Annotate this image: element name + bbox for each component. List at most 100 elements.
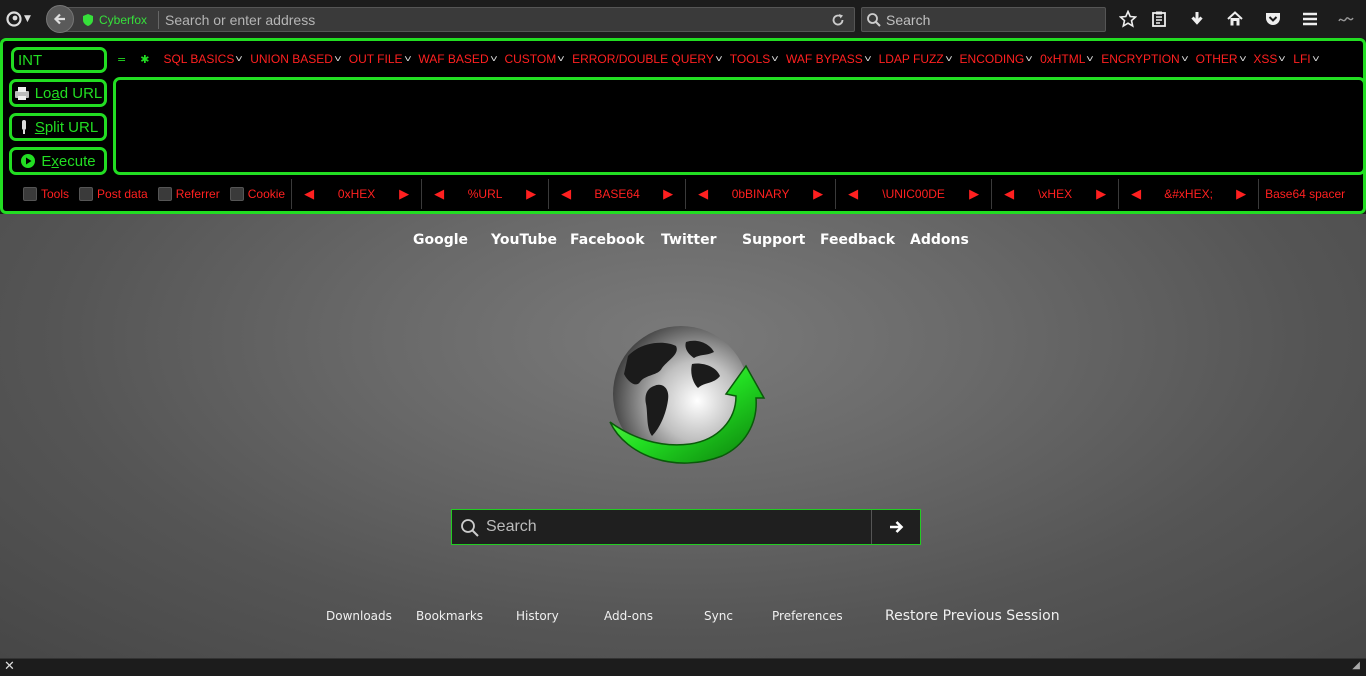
menu-tools[interactable]: TOOLS ˅ <box>730 52 779 66</box>
downloads-link[interactable]: Downloads <box>326 609 392 623</box>
menu-marker-equals[interactable]: = <box>117 53 126 66</box>
home-search-input[interactable] <box>486 515 866 539</box>
tools-checkbox[interactable]: Tools <box>23 187 69 201</box>
chevron-down-icon: ˅ <box>489 53 498 65</box>
bookmark-star-button[interactable] <box>1118 9 1138 29</box>
menu-label: LDAP FUZZ <box>878 52 944 66</box>
app-menu-button[interactable]: ▼ <box>6 9 36 29</box>
addons-link[interactable]: Add-ons <box>604 609 653 623</box>
int-field[interactable] <box>11 47 107 73</box>
checkbox-box[interactable] <box>23 187 37 201</box>
decode-arrow-icon[interactable]: ◀ <box>300 186 318 202</box>
menu-label: LFI <box>1293 52 1311 66</box>
encode-arrow-icon[interactable]: ▶ <box>395 186 413 202</box>
reload-icon[interactable] <box>830 12 846 28</box>
menu-union-based[interactable]: UNION BASED ˅ <box>250 52 341 66</box>
home-search-box[interactable] <box>451 509 921 545</box>
url-textarea[interactable] <box>116 80 1363 172</box>
url-separator <box>158 11 159 29</box>
menu-marker-star[interactable]: ✱ <box>140 53 149 66</box>
play-circle-icon <box>21 154 36 168</box>
url-bar[interactable]: Cyberfox <box>60 7 855 32</box>
accesskey-char: S <box>34 118 45 136</box>
menu-xss[interactable]: XSS ˅ <box>1253 52 1286 66</box>
decode-arrow-icon[interactable]: ◀ <box>1000 186 1018 202</box>
quicklink-facebook[interactable]: Facebook <box>570 232 645 248</box>
site-identity-label: Cyberfox <box>99 13 148 27</box>
home-button[interactable] <box>1225 9 1245 29</box>
sync-link[interactable]: Sync <box>704 609 733 623</box>
pocket-icon <box>1266 13 1280 25</box>
reading-list-button[interactable] <box>1149 9 1169 29</box>
checkbox-box[interactable] <box>157 187 172 201</box>
encode-arrow-icon[interactable]: ▶ <box>659 186 677 202</box>
post-data-checkbox[interactable]: Post data <box>79 187 148 201</box>
arrow-right-icon <box>890 521 904 533</box>
converter-unicode: ◀ \UNIC00DE ▶ <box>835 179 991 209</box>
converter-label: \xHEX <box>1038 187 1073 201</box>
menu-0xhtml[interactable]: 0xHTML ˅ <box>1040 52 1094 66</box>
label-part: Lo <box>34 84 52 102</box>
menu-lfi[interactable]: LFI ˅ <box>1293 52 1319 66</box>
resize-grip-icon: ◢ <box>1352 660 1360 671</box>
checkbox-box[interactable] <box>229 187 244 201</box>
checkbox-box[interactable] <box>79 187 94 201</box>
encode-arrow-icon[interactable]: ▶ <box>1092 186 1110 202</box>
menu-sql-basics[interactable]: SQL BASICS ˅ <box>163 52 243 66</box>
base64-spacer-button[interactable]: Base64 spacer <box>1258 179 1345 209</box>
quicklink-addons[interactable]: Addons <box>910 232 969 248</box>
menu-waf-based[interactable]: WAF BASED ˅ <box>418 52 498 66</box>
search-bar[interactable] <box>861 7 1106 32</box>
quicklink-youtube[interactable]: YouTube <box>491 232 557 248</box>
download-arrow-icon <box>1191 12 1203 25</box>
encode-arrow-icon[interactable]: ▶ <box>522 186 540 202</box>
referrer-checkbox[interactable]: Referrer <box>157 187 220 201</box>
decode-arrow-icon[interactable]: ◀ <box>430 186 448 202</box>
menu-label: ENCODING <box>959 52 1025 66</box>
site-identity[interactable]: Cyberfox <box>81 12 147 28</box>
decode-arrow-icon[interactable]: ◀ <box>844 186 862 202</box>
bookmarks-link[interactable]: Bookmarks <box>416 609 483 623</box>
menu-custom[interactable]: CUSTOM ˅ <box>504 52 565 66</box>
quicklink-feedback[interactable]: Feedback <box>820 232 895 248</box>
quicklink-google[interactable]: Google <box>413 232 468 248</box>
back-button[interactable] <box>46 5 74 33</box>
quicklinks-bar: Google YouTube Facebook Twitter Support … <box>0 232 1366 252</box>
restore-session-link[interactable]: Restore Previous Session <box>885 608 1060 624</box>
search-input[interactable] <box>886 10 1096 30</box>
menu-error-double-query[interactable]: ERROR/DOUBLE QUERY ˅ <box>572 52 723 66</box>
menu-other[interactable]: OTHER ˅ <box>1196 52 1247 66</box>
quicklink-twitter[interactable]: Twitter <box>661 232 717 248</box>
chevron-down-icon: ˅ <box>863 53 872 65</box>
history-link[interactable]: History <box>516 609 559 623</box>
scissors-icon <box>21 120 26 134</box>
menu-waf-bypass[interactable]: WAF BYPASS ˅ <box>786 52 871 66</box>
downloads-button[interactable] <box>1187 9 1207 29</box>
decode-arrow-icon[interactable]: ◀ <box>694 186 712 202</box>
search-go-button[interactable] <box>871 510 920 544</box>
converter-label: \UNIC00DE <box>882 187 945 201</box>
address-input[interactable] <box>165 10 815 30</box>
hamburger-menu-icon <box>1303 12 1317 26</box>
accesskey-char: a <box>51 84 60 102</box>
menu-out-file[interactable]: OUT FILE ˅ <box>349 52 412 66</box>
quicklink-support[interactable]: Support <box>742 232 805 248</box>
menu-encryption[interactable]: ENCRYPTION ˅ <box>1101 52 1188 66</box>
encode-arrow-icon[interactable]: ▶ <box>1232 186 1250 202</box>
pocket-button[interactable] <box>1263 9 1283 29</box>
close-icon[interactable]: ✕ <box>4 659 15 674</box>
decode-arrow-icon[interactable]: ◀ <box>1127 186 1145 202</box>
int-input[interactable] <box>18 51 98 69</box>
encode-arrow-icon[interactable]: ▶ <box>965 186 983 202</box>
main-menu-button[interactable] <box>1300 9 1320 29</box>
encode-arrow-icon[interactable]: ▶ <box>809 186 827 202</box>
addon-button[interactable] <box>1336 9 1356 29</box>
menu-encoding[interactable]: ENCODING ˅ <box>960 52 1033 66</box>
split-url-button[interactable]: Split URL <box>9 113 107 141</box>
cookie-checkbox[interactable]: Cookie <box>229 187 285 201</box>
decode-arrow-icon[interactable]: ◀ <box>557 186 575 202</box>
load-url-button[interactable]: Load URL <box>9 79 107 107</box>
execute-button[interactable]: Execute <box>9 147 107 175</box>
menu-ldap-fuzz[interactable]: LDAP FUZZ ˅ <box>878 52 953 66</box>
preferences-link[interactable]: Preferences <box>772 609 843 623</box>
